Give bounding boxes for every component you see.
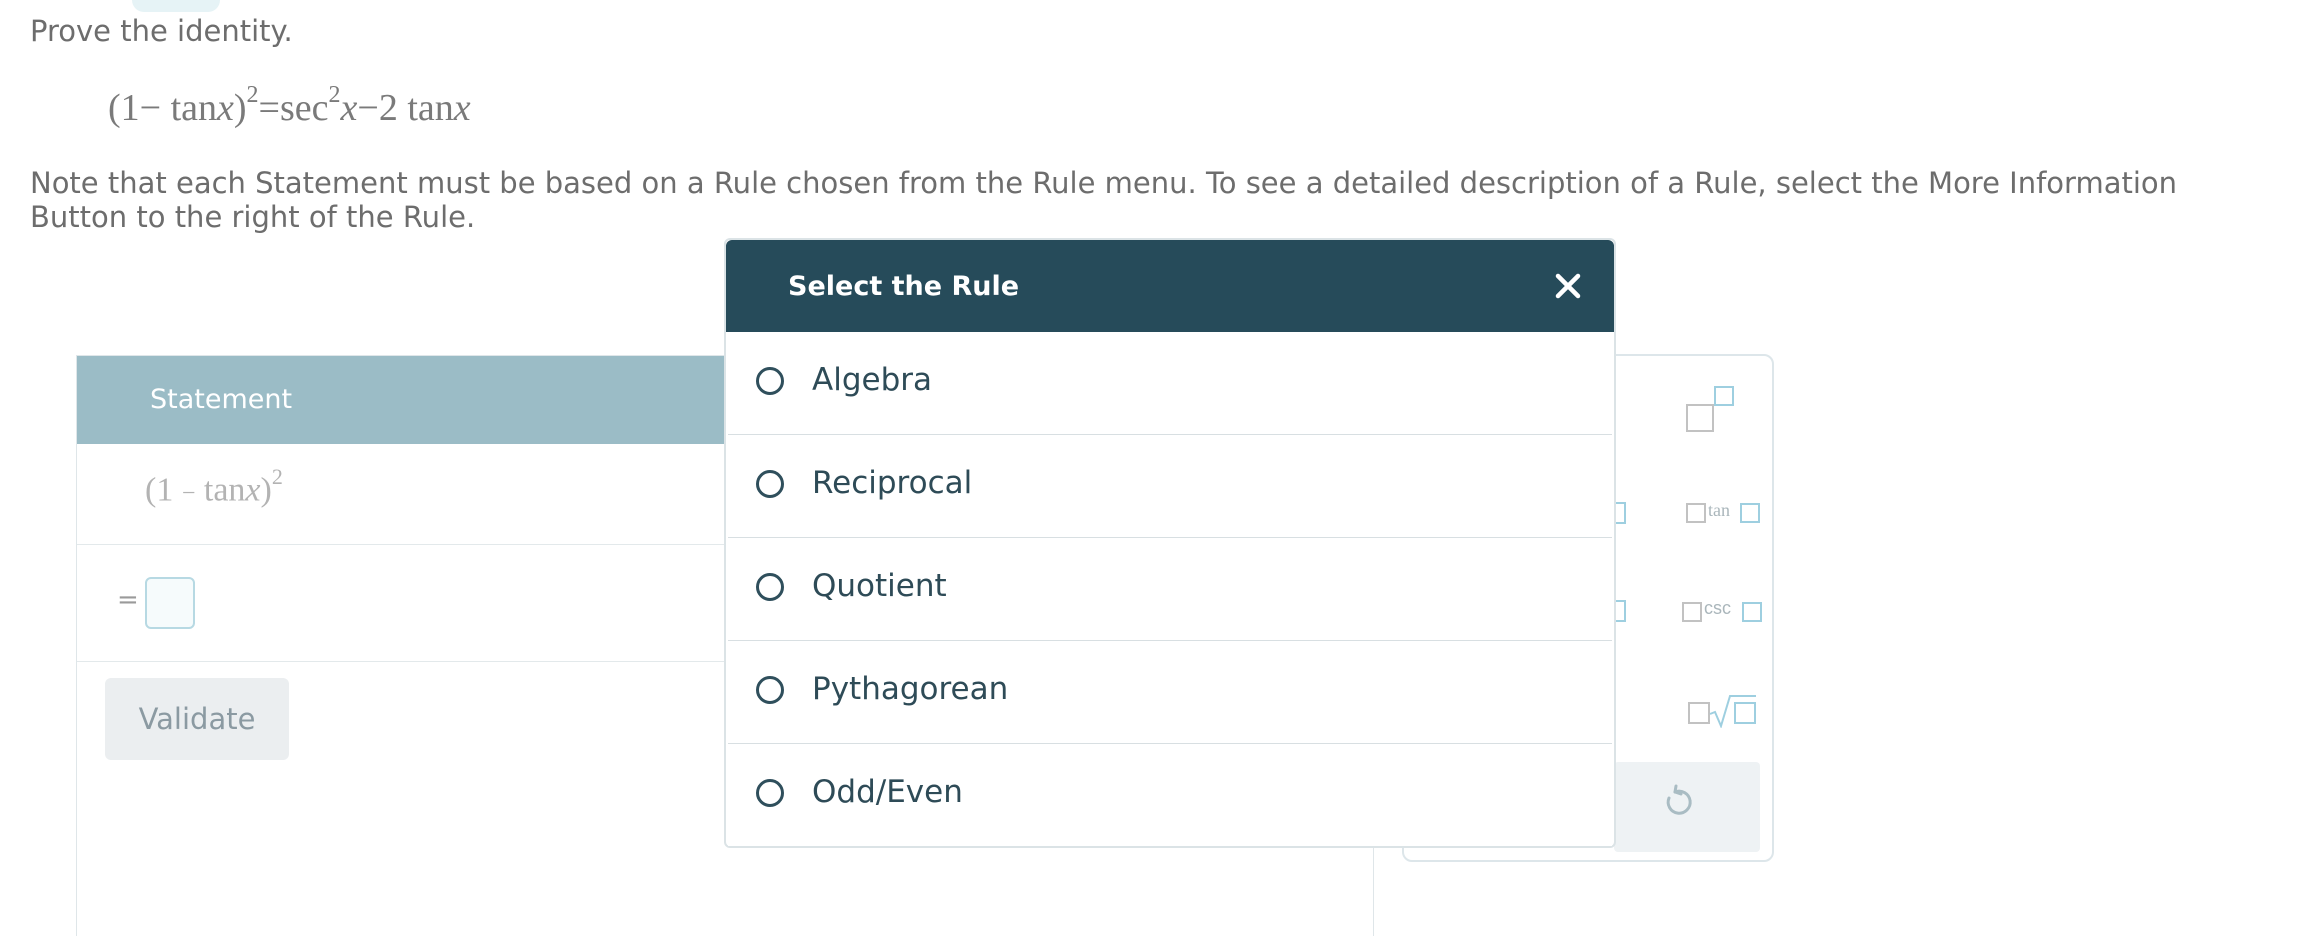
rule-option-label: Odd/Even [812,774,963,810]
top-tab-hint [132,0,220,12]
radio-button[interactable] [756,367,784,395]
identity-rhs-sec: sec [279,87,329,129]
rule-options-list: Algebra Reciprocal Quotient Pythagorean … [726,332,1614,846]
dialog-header: Select the Rule [726,240,1614,332]
row1-close: ) [260,471,272,509]
row1-var: x [245,471,261,509]
rule-option-quotient[interactable]: Quotient [728,538,1612,642]
identity-rhs-sec-exponent: 2 [328,82,341,109]
nth-root-template-icon[interactable] [1688,690,1764,730]
dialog-title: Select the Rule [788,271,1020,302]
close-icon [1555,273,1581,299]
identity-expression: (1− tanx)2=sec2x−2 tanx [108,82,471,130]
rule-option-pythagorean[interactable]: Pythagorean [728,641,1612,745]
identity-lhs-var: x [217,87,234,129]
tan-label: tan [1708,500,1730,520]
question-prompt: Prove the identity. [30,14,293,48]
rule-option-label: Pythagorean [812,671,1009,707]
instruction-note: Note that each Statement must be based o… [30,166,2178,234]
rule-option-label: Algebra [812,362,932,398]
row1-open: (1 [145,471,174,509]
statement-expression: (1 − tanx)2 [145,464,283,509]
rule-option-label: Reciprocal [812,465,973,501]
tan-template-icon[interactable]: tan [1686,500,1762,524]
statement-input[interactable] [145,577,195,629]
statement-column-header: Statement [150,384,293,415]
radio-button[interactable] [756,470,784,498]
superscript-template-icon[interactable] [1686,386,1746,442]
identity-lhs-open: (1− tan [108,87,218,129]
row1-minus: − [181,480,196,507]
validate-button[interactable]: Validate [105,678,289,760]
radio-button[interactable] [756,676,784,704]
radio-button[interactable] [756,573,784,601]
csc-label: csc [1704,598,1731,618]
rule-option-label: Quotient [812,568,947,604]
identity-lhs-exponent: 2 [246,82,259,109]
equals-sign: = [117,585,139,615]
rule-option-algebra[interactable]: Algebra [728,332,1612,436]
select-rule-dialog: Select the Rule Algebra Reciprocal Quoti… [724,238,1616,848]
row1-tan: tan [203,471,246,509]
close-button[interactable] [1544,262,1592,310]
undo-icon[interactable] [1660,784,1694,820]
row1-exponent: 2 [271,464,283,489]
identity-rhs-minus-tan: −2 tan [357,87,454,129]
identity-rhs-var: x [340,87,358,129]
radio-button[interactable] [756,779,784,807]
identity-equals: = [258,87,280,129]
csc-template-icon[interactable]: csc [1682,598,1764,624]
rule-option-odd-even[interactable]: Odd/Even [728,744,1612,846]
identity-lhs-close: ) [233,87,247,129]
rule-option-reciprocal[interactable]: Reciprocal [728,435,1612,539]
identity-rhs-var2: x [453,87,471,129]
